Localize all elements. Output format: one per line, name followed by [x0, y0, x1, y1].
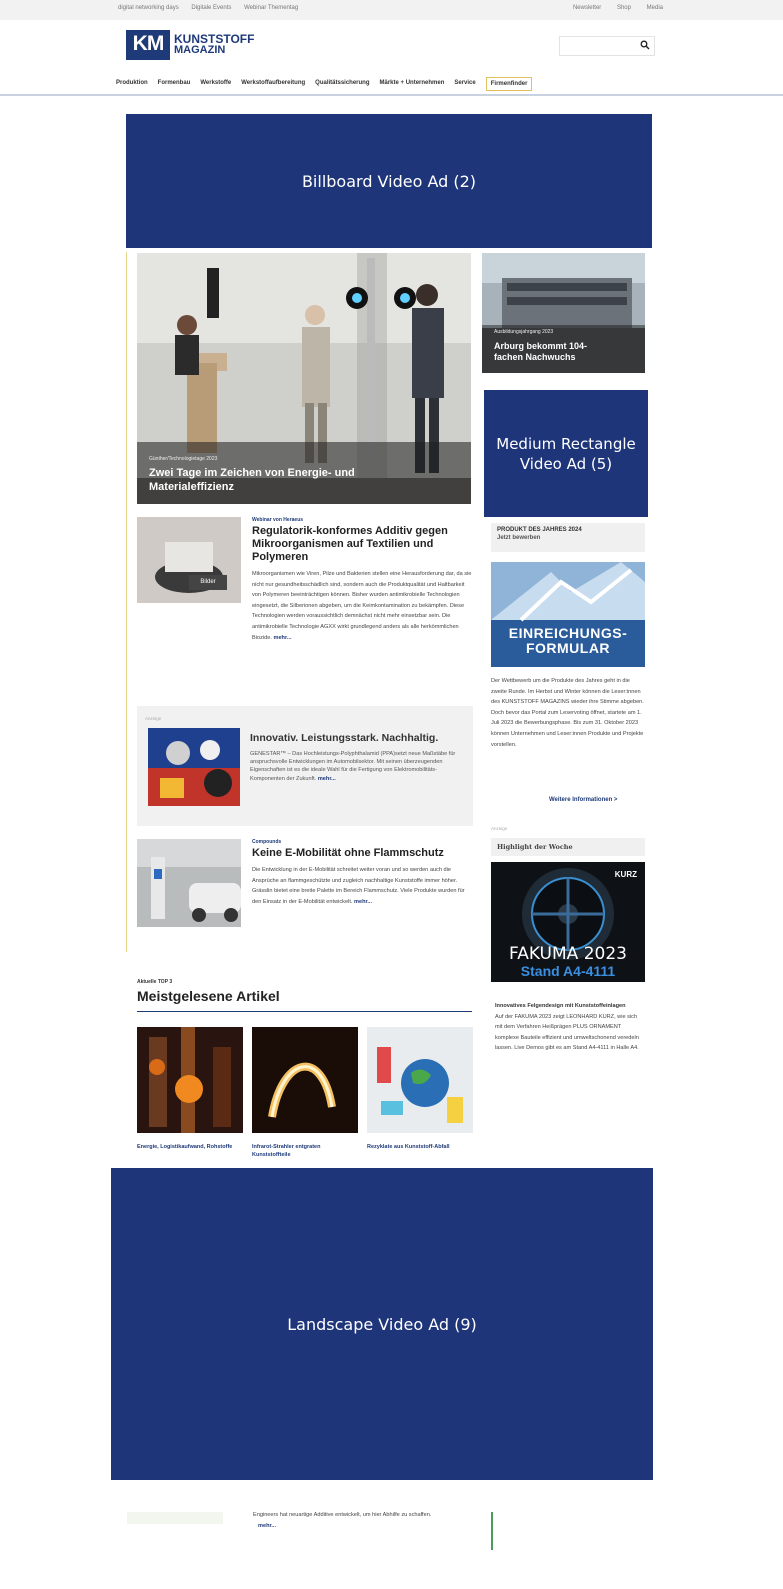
article-fragment: Engineers hat neuartige Additive entwick…: [253, 1510, 473, 1531]
article-text: Die Entwicklung in der E-Mobilität schre…: [252, 865, 473, 907]
more-link[interactable]: mehr...: [318, 776, 336, 782]
link-digitale-events[interactable]: Digitale Events: [191, 5, 231, 11]
more-link[interactable]: mehr...: [354, 899, 372, 905]
sponsored-title[interactable]: Innovativ. Leistungsstark. Nachhaltig.: [250, 732, 465, 744]
more-link[interactable]: mehr...: [258, 1521, 473, 1532]
kurz-fakuma-banner[interactable]: KURZ FAKUMA 2023 Stand A4-4111: [491, 862, 645, 982]
search-input[interactable]: [559, 36, 655, 56]
top3-image[interactable]: [252, 1027, 358, 1133]
top3-caption[interactable]: Energie, Logistikaufwand, Rohstoffe: [137, 1143, 243, 1151]
ad-label: Anzeige: [145, 716, 162, 721]
produkt-des-jahres-box[interactable]: PRODUKT DES JAHRES 2024 Jetzt bewerben: [491, 523, 645, 552]
sidebar-marker: [491, 1512, 493, 1550]
search-icon[interactable]: [640, 40, 650, 50]
nav-item-werkstoffe[interactable]: Werkstoffe: [200, 77, 231, 91]
landscape-video-ad[interactable]: Landscape Video Ad (9): [111, 1168, 653, 1480]
article-text-body: Mikroorganismen wie Viren, Pilze und Bak…: [252, 571, 472, 641]
main-navigation: Produktion Formenbau Werkstoffe Werkstof…: [0, 74, 783, 96]
article-title[interactable]: Regulatorik-konformes Additiv gegen Mikr…: [252, 525, 473, 564]
nav-item-qualitaetssicherung[interactable]: Qualitätssicherung: [315, 77, 369, 91]
sponsored-thumbnail[interactable]: [148, 728, 240, 806]
article-fragment-text: Engineers hat neuartige Additive entwick…: [253, 1512, 432, 1518]
top3-caption[interactable]: Infrarot-Strahler entgraten Kunststoffte…: [252, 1143, 358, 1159]
nav-item-service[interactable]: Service: [454, 77, 475, 91]
fakuma-stand: Stand A4-4111: [520, 963, 616, 979]
weitere-informationen-link[interactable]: Weitere Informationen >: [549, 797, 617, 803]
nav-item-produktion[interactable]: Produktion: [116, 77, 148, 91]
sponsored-text: GENESTAR™ – Das Hochleistungs-Polyphthal…: [250, 750, 465, 783]
kurz-description: Innovatives Felgendesign mit Kunststoffe…: [495, 1001, 645, 1054]
pdj-title: PRODUKT DES JAHRES 2024: [497, 527, 582, 533]
more-link[interactable]: mehr...: [273, 635, 291, 641]
article-teaser: Bilder Webinar von Heraeus Regulatorik-k…: [137, 517, 473, 697]
section-title: Meistgelesene Artikel: [137, 988, 280, 1004]
hero-kicker: Günther/Technologietage 2023: [149, 456, 218, 462]
link-media[interactable]: Media: [647, 5, 663, 11]
top-links-right: Newsletter Shop Media: [559, 5, 663, 11]
kurz-headline[interactable]: Innovatives Felgendesign mit Kunststoffe…: [495, 1001, 645, 1012]
nav-item-maerkte-unternehmen[interactable]: Märkte + Unternehmen: [380, 77, 445, 91]
hero-title[interactable]: Zwei Tage im Zeichen von Energie- und Ma…: [149, 466, 409, 494]
top-links-left: digital networking days Digitale Events …: [118, 5, 309, 11]
article-thumbnail[interactable]: Bilder: [137, 517, 241, 603]
logo-mark: KM: [126, 30, 170, 60]
kurz-logo: KURZ: [614, 870, 637, 879]
content-divider: [126, 252, 127, 952]
site-logo[interactable]: KM KUNSTSTOFF MAGAZIN: [126, 29, 254, 61]
side-teaser-arburg[interactable]: Ausbildungsjahrgang 2023 Arburg bekommt …: [482, 253, 645, 373]
ad-label: Anzeige: [491, 826, 508, 831]
link-webinar-thementag[interactable]: Webinar Thementag: [244, 5, 298, 11]
link-digital-networking-days[interactable]: digital networking days: [118, 5, 179, 11]
formular-label: EINREICHUNGS- FORMULAR: [491, 626, 645, 656]
sponsored-text-body: GENESTAR™ – Das Hochleistungs-Polyphthal…: [250, 751, 456, 782]
bilder-button[interactable]: Bilder: [189, 575, 227, 590]
article-thumbnail[interactable]: [127, 1512, 223, 1524]
side-teaser-title[interactable]: Arburg bekommt 104-fachen Nachwuchs: [494, 341, 614, 363]
link-newsletter[interactable]: Newsletter: [573, 5, 601, 11]
top3-label: Aktuelle TOP 3: [137, 979, 173, 985]
einreichungsformular-banner[interactable]: EINREICHUNGS- FORMULAR: [491, 562, 645, 667]
side-teaser-kicker: Ausbildungsjahrgang 2023: [494, 329, 554, 335]
medium-rectangle-video-ad[interactable]: Medium Rectangle Video Ad (5): [484, 390, 648, 517]
article-kicker: Webinar von Heraeus: [252, 517, 304, 523]
top3-item[interactable]: Energie, Logistikaufwand, Rohstoffe: [137, 1027, 243, 1151]
billboard-video-ad[interactable]: Billboard Video Ad (2): [126, 114, 652, 248]
article-teaser: Compounds Keine E-Mobilität ohne Flammsc…: [137, 839, 473, 949]
nav-item-formenbau[interactable]: Formenbau: [158, 77, 191, 91]
link-shop[interactable]: Shop: [617, 5, 631, 11]
pdj-subtitle: Jetzt bewerben: [497, 535, 541, 541]
formular-line-1: EINREICHUNGS-: [508, 625, 628, 641]
article-title[interactable]: Keine E-Mobilität ohne Flammschutz: [252, 847, 473, 860]
nav-item-werkstoffaufbereitung[interactable]: Werkstoffaufbereitung: [241, 77, 305, 91]
article-kicker: Compounds: [252, 839, 282, 845]
section-divider: [137, 1011, 472, 1012]
sponsored-teaser: Anzeige Innovativ. Leistungsstark. Nachh…: [137, 706, 473, 826]
top3-image[interactable]: [367, 1027, 473, 1133]
highlight-der-woche-header: Highlight der Woche: [491, 838, 645, 856]
pdj-description: Der Wettbewerb um die Produkte des Jahre…: [491, 678, 644, 748]
top3-caption[interactable]: Rezyklate aus Kunststoff-Abfall: [367, 1143, 473, 1151]
article-text: Mikroorganismen wie Viren, Pilze und Bak…: [252, 569, 473, 643]
nav-item-firmenfinder[interactable]: Firmenfinder: [485, 77, 533, 91]
top3-item[interactable]: Infrarot-Strahler entgraten Kunststoffte…: [252, 1027, 358, 1159]
logo-wordmark: KUNSTSTOFF MAGAZIN: [174, 33, 254, 56]
hero-teaser[interactable]: Günther/Technologietage 2023 Zwei Tage i…: [137, 253, 471, 504]
article-thumbnail[interactable]: [137, 839, 241, 927]
formular-line-2: FORMULAR: [525, 640, 611, 656]
top3-item[interactable]: Rezyklate aus Kunststoff-Abfall: [367, 1027, 473, 1151]
kurz-body: Auf der FAKUMA 2023 zeigt LEONHARD KURZ,…: [495, 1013, 639, 1052]
top3-image[interactable]: [137, 1027, 243, 1133]
fakuma-title: FAKUMA 2023: [509, 944, 627, 964]
top-utility-bar: digital networking days Digitale Events …: [0, 0, 783, 20]
logo-line-2: MAGAZIN: [174, 44, 226, 56]
